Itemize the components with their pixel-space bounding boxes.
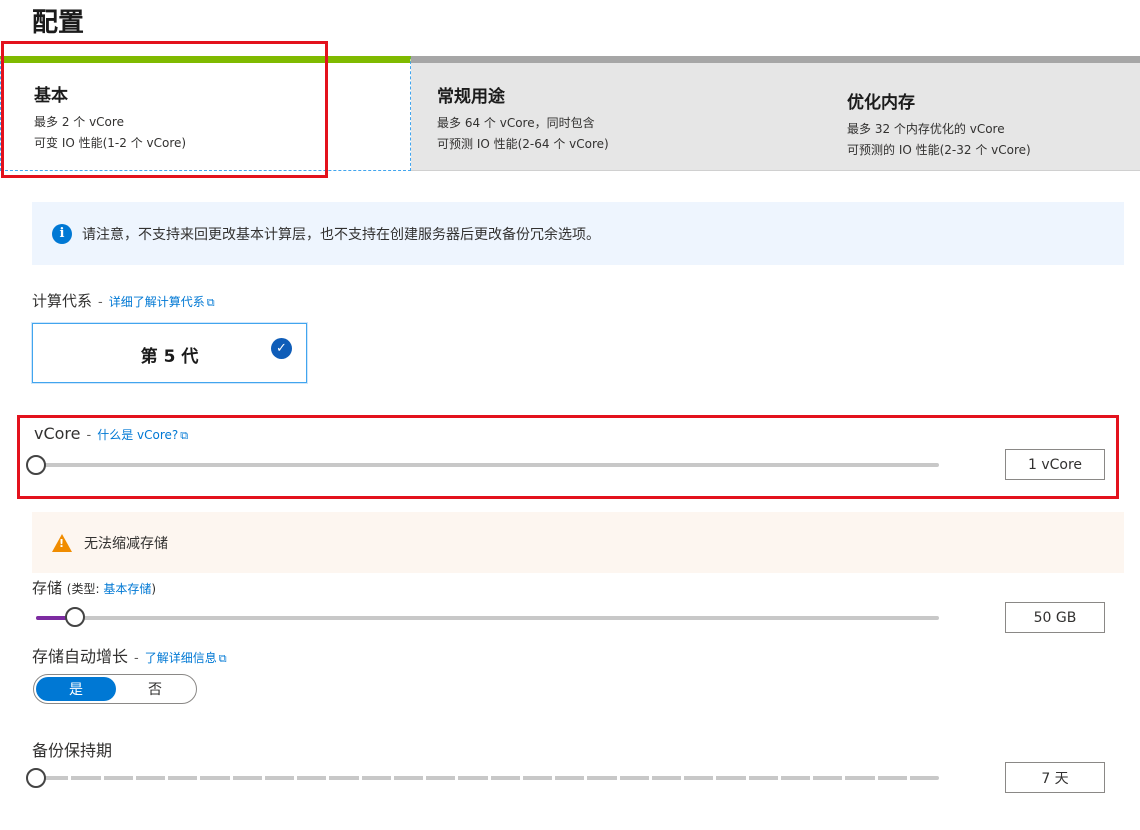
backup-retention-label: 备份保持期 bbox=[32, 741, 113, 760]
slider-tick bbox=[681, 776, 684, 780]
page-title: 配置 bbox=[32, 8, 85, 38]
slider-tick bbox=[519, 776, 523, 780]
tier-name: 优化内存 bbox=[847, 93, 915, 113]
tier-basic[interactable]: 基本 最多 2 个 vCore 可变 IO 性能(1-2 个 vCore) bbox=[0, 56, 411, 171]
tier-description: 可预测的 IO 性能(2-32 个 vCore) bbox=[847, 143, 1031, 157]
slider-tick bbox=[584, 776, 588, 780]
tier-selector: 基本 最多 2 个 vCore 可变 IO 性能(1-2 个 vCore) 常规… bbox=[0, 56, 1140, 171]
separator: - bbox=[98, 295, 103, 310]
slider-tick bbox=[100, 776, 104, 780]
auto-grow-label: 存储自动增长 bbox=[32, 647, 129, 666]
external-link-icon: ⧉ bbox=[180, 429, 189, 442]
slider-tick bbox=[358, 776, 362, 780]
slider-tick bbox=[842, 776, 846, 780]
storage-type-suffix: ) bbox=[151, 582, 157, 596]
separator: - bbox=[86, 428, 92, 443]
toggle-no-option[interactable]: 否 bbox=[116, 677, 194, 701]
vcore-slider-thumb[interactable] bbox=[26, 455, 46, 475]
storage-label-row: 存储 (类型: 基本存储) bbox=[32, 577, 156, 598]
slider-tick bbox=[810, 776, 813, 780]
info-text: 请注意，不支持来回更改基本计算层，也不支持在创建服务器后更改备份冗余选项。 bbox=[82, 226, 600, 243]
storage-value-input[interactable]: 50 GB bbox=[1005, 602, 1105, 633]
auto-grow-label-row: 存储自动增长 - 了解详细信息 ⧉ bbox=[32, 643, 227, 667]
tier-memory-optimized[interactable]: 优化内存 最多 32 个内存优化的 vCore 可预测的 IO 性能(2-32 … bbox=[821, 56, 1140, 171]
slider-tick bbox=[423, 776, 426, 780]
tier-name: 基本 bbox=[34, 86, 68, 106]
tier-general-purpose[interactable]: 常规用途 最多 64 个 vCore，同时包含 可预测 IO 性能(2-64 个… bbox=[411, 56, 821, 171]
auto-grow-learn-more-link[interactable]: 了解详细信息 bbox=[145, 651, 217, 665]
vcore-value-input[interactable]: 1 vCore bbox=[1005, 449, 1105, 480]
storage-type-prefix: (类型: bbox=[66, 582, 104, 596]
slider-tick bbox=[326, 776, 330, 780]
toggle-yes-option[interactable]: 是 bbox=[36, 677, 116, 701]
slider-tick bbox=[648, 776, 652, 780]
separator: - bbox=[134, 651, 139, 666]
info-message: i 请注意，不支持来回更改基本计算层，也不支持在创建服务器后更改备份冗余选项。 bbox=[32, 202, 1124, 265]
vcore-label: vCore bbox=[34, 424, 81, 443]
gen5-label: 第 5 代 bbox=[140, 347, 199, 367]
compute-gen-label-row: 计算代系 - 详细了解计算代系 ⧉ bbox=[32, 290, 215, 311]
auto-grow-toggle[interactable]: 是 否 bbox=[33, 674, 197, 704]
tier-description: 可预测 IO 性能(2-64 个 vCore) bbox=[437, 137, 609, 151]
slider-tick bbox=[165, 776, 168, 780]
warning-message: ! 无法缩减存储 bbox=[32, 512, 1124, 573]
backup-slider-track[interactable] bbox=[36, 776, 939, 780]
slider-tick bbox=[132, 776, 136, 780]
slider-tick bbox=[874, 776, 878, 780]
slider-tick bbox=[552, 776, 555, 780]
backup-slider-thumb[interactable] bbox=[26, 768, 46, 788]
gen5-option-card[interactable]: 第 5 代 ✓ bbox=[32, 323, 307, 383]
slider-tick bbox=[906, 776, 910, 780]
slider-tick bbox=[616, 776, 620, 780]
vcore-info-link[interactable]: 什么是 vCore? bbox=[97, 428, 178, 442]
checkmark-icon: ✓ bbox=[271, 338, 292, 359]
storage-type-link[interactable]: 基本存储 bbox=[103, 582, 151, 596]
slider-tick bbox=[455, 776, 459, 780]
tier-description: 最多 64 个 vCore，同时包含 bbox=[437, 116, 595, 130]
compute-gen-learn-more-link[interactable]: 详细了解计算代系 bbox=[109, 295, 205, 309]
slider-tick bbox=[487, 776, 491, 780]
compute-gen-label: 计算代系 bbox=[32, 292, 93, 310]
vcore-slider-track[interactable] bbox=[36, 463, 939, 467]
slider-tick bbox=[777, 776, 781, 780]
storage-slider-thumb[interactable] bbox=[65, 607, 85, 627]
slider-tick bbox=[294, 776, 297, 780]
tier-description: 最多 2 个 vCore bbox=[34, 115, 124, 129]
tier-description: 最多 32 个内存优化的 vCore bbox=[847, 122, 1005, 136]
storage-slider-track[interactable] bbox=[36, 616, 939, 620]
info-icon: i bbox=[52, 223, 72, 244]
vcore-label-row: vCore - 什么是 vCore? ⧉ bbox=[34, 424, 188, 443]
warning-text: 无法缩减存储 bbox=[84, 535, 168, 552]
tier-description: 可变 IO 性能(1-2 个 vCore) bbox=[34, 136, 187, 150]
storage-label: 存储 bbox=[32, 579, 63, 597]
external-link-icon: ⧉ bbox=[206, 296, 215, 309]
slider-tick bbox=[229, 776, 233, 780]
slider-tick bbox=[745, 776, 749, 780]
backup-value-input[interactable]: 7 天 bbox=[1005, 762, 1105, 793]
warning-icon: ! bbox=[52, 533, 72, 552]
slider-tick bbox=[261, 776, 265, 780]
slider-tick bbox=[390, 776, 394, 780]
slider-tick bbox=[713, 776, 717, 780]
slider-tick bbox=[68, 776, 72, 780]
external-link-icon: ⧉ bbox=[218, 652, 227, 665]
slider-tick bbox=[197, 776, 201, 780]
tier-name: 常规用途 bbox=[437, 87, 505, 107]
